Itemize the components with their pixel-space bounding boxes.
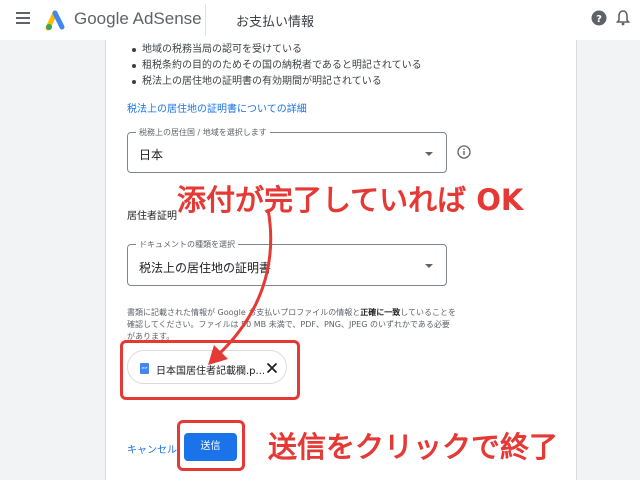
menu-icon[interactable]	[16, 12, 30, 24]
cancel-button[interactable]: キャンセル	[127, 441, 177, 456]
page-background	[577, 40, 640, 480]
tax-country-select-label: 税務上の居住国 / 地域を選択します	[136, 127, 270, 138]
header-divider	[205, 4, 206, 36]
list-item: 税法上の居住地の証明書の有効期間が明記されている	[130, 74, 550, 90]
help-icon[interactable]: ?	[591, 10, 607, 26]
annotation-callout-submit: 送信をクリックで終了	[268, 430, 559, 464]
info-icon[interactable]	[457, 145, 471, 159]
dropdown-arrow-icon	[425, 152, 433, 156]
tax-country-select-value: 日本	[139, 148, 164, 162]
list-item: 租税条約の目的のためその国の納税者であると明記されている	[130, 58, 550, 74]
annotation-highlight-submit	[177, 420, 245, 471]
brand-name: Google AdSense	[74, 9, 202, 28]
page-title: お支払い情報	[236, 15, 315, 30]
requirements-list: 地域の税務当局の認可を受けている 租税条約の目的のためその国の納税者であると明記…	[130, 42, 550, 90]
tax-country-select[interactable]: 税務上の居住国 / 地域を選択します 日本	[127, 127, 447, 173]
certificate-details-link[interactable]: 税法上の居住地の証明書についての詳細	[127, 100, 307, 115]
residency-section-label: 居住者証明	[127, 211, 177, 222]
svg-text:?: ?	[596, 14, 602, 25]
document-type-select[interactable]: ドキュメントの種類を選択 税法上の居住地の証明書	[127, 239, 447, 286]
annotation-callout-upload: 添付が完了していれば OK	[177, 183, 524, 217]
dropdown-arrow-icon	[425, 264, 433, 268]
bell-icon[interactable]	[616, 10, 630, 26]
adsense-logo[interactable]	[44, 8, 68, 32]
top-app-bar: Google AdSense お支払い情報 ?	[0, 0, 640, 40]
page-background	[0, 40, 105, 480]
upload-description: 書類に記載された情報が Google お支払いプロファイルの情報と正確に一致して…	[127, 307, 457, 343]
description-emphasis: 正確に一致	[360, 308, 401, 317]
annotation-arrow-icon	[208, 208, 273, 365]
list-item: 地域の税務当局の認可を受けている	[130, 42, 550, 58]
